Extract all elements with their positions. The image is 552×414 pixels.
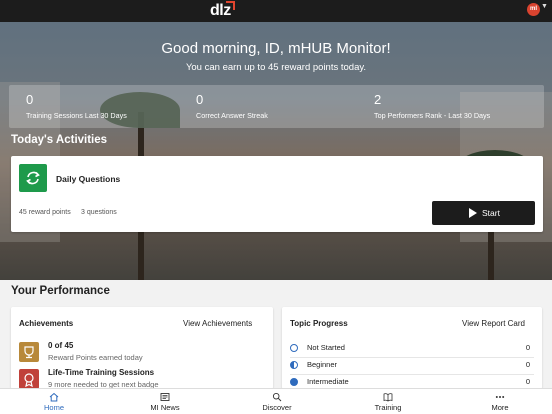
activity-question-count: 3 questions [81, 209, 117, 216]
stat-label: Correct Answer Streak [196, 111, 268, 120]
search-icon [272, 392, 282, 402]
nav-label: Discover [262, 403, 292, 412]
achievements-title: Achievements [19, 319, 74, 328]
nav-label: Home [43, 403, 64, 412]
nav-item-more[interactable]: More [465, 389, 535, 414]
nav-label: More [491, 403, 509, 412]
stat-answer-streak: 0 Correct Answer Streak [196, 92, 268, 120]
topic-progress-panel: Topic Progress View Report Card Not Star… [282, 307, 542, 389]
view-achievements-link[interactable]: View Achievements [183, 319, 252, 328]
nav-item-discover[interactable]: Discover [242, 389, 312, 414]
play-icon [469, 208, 477, 218]
topic-row-intermediate[interactable]: Intermediate 0 [290, 375, 534, 389]
topic-status-name: Beginner [307, 360, 338, 369]
avatar[interactable]: mI [527, 3, 540, 16]
refresh-icon [19, 164, 47, 192]
half-circle-icon [290, 361, 298, 369]
news-icon [160, 393, 170, 401]
trophy-icon [19, 342, 39, 362]
stat-value: 2 [374, 92, 382, 107]
activity-title: Daily Questions [56, 174, 121, 184]
topic-row-not-started[interactable]: Not Started 0 [290, 341, 534, 358]
achievement-value: 0 of 45 [48, 341, 74, 350]
activity-points: 45 reward points [19, 209, 71, 216]
topic-status-name: Intermediate [307, 377, 349, 386]
stat-training-sessions: 0 Training Sessions Last 30 Days [26, 92, 127, 120]
achievement-description: Reward Points earned today [48, 353, 143, 362]
view-report-card-link[interactable]: View Report Card [462, 319, 525, 328]
chevron-down-icon[interactable]: ▼ [541, 3, 548, 10]
topic-row-beginner[interactable]: Beginner 0 [290, 358, 534, 375]
nav-label: MI News [150, 403, 180, 412]
more-icon [495, 396, 505, 398]
achievements-panel: Achievements View Achievements 0 of 45 R… [11, 307, 273, 389]
topic-status-name: Not Started [307, 343, 345, 352]
empty-circle-icon [290, 344, 298, 352]
stat-top-performers-rank: 2 Top Performers Rank - Last 30 Days [374, 92, 490, 120]
greeting-title: Good morning, ID, mHUB Monitor! [161, 40, 391, 57]
stat-value: 0 [196, 92, 204, 107]
nav-item-mi-news[interactable]: MI News [130, 389, 200, 414]
top-bar: dlz mI ▼ [0, 0, 552, 22]
start-button-label: Start [482, 208, 500, 218]
home-icon [49, 392, 59, 402]
stat-value: 0 [26, 92, 34, 107]
topic-status-count: 0 [525, 377, 530, 386]
filled-circle-icon [290, 378, 298, 386]
topic-progress-title: Topic Progress [290, 319, 348, 328]
bottom-navigation: Home MI News Discover Training More [0, 388, 552, 414]
topic-status-count: 0 [525, 343, 530, 352]
badge-icon [19, 369, 39, 389]
start-button[interactable]: Start [432, 201, 535, 225]
book-icon [383, 393, 393, 402]
achievement-value: Life-Time Training Sessions [48, 368, 155, 377]
stat-label: Top Performers Rank - Last 30 Days [374, 111, 491, 120]
stats-strip: 0 Training Sessions Last 30 Days 0 Corre… [9, 85, 544, 128]
todays-activities-heading: Today's Activities [11, 134, 108, 146]
nav-item-training[interactable]: Training [353, 389, 423, 414]
topic-status-count: 0 [525, 360, 530, 369]
hero-overlay [0, 22, 552, 280]
daily-questions-card[interactable]: Daily Questions 45 reward points 3 quest… [11, 156, 543, 232]
logo-mark-icon [226, 1, 235, 10]
nav-item-home[interactable]: Home [19, 389, 89, 414]
stat-label: Training Sessions Last 30 Days [26, 111, 127, 120]
your-performance-heading: Your Performance [11, 285, 110, 297]
greeting-subtitle: You can earn up to 45 reward points toda… [185, 62, 367, 73]
nav-label: Training [374, 403, 402, 412]
hero-banner: Good morning, ID, mHUB Monitor! You can … [0, 22, 552, 280]
